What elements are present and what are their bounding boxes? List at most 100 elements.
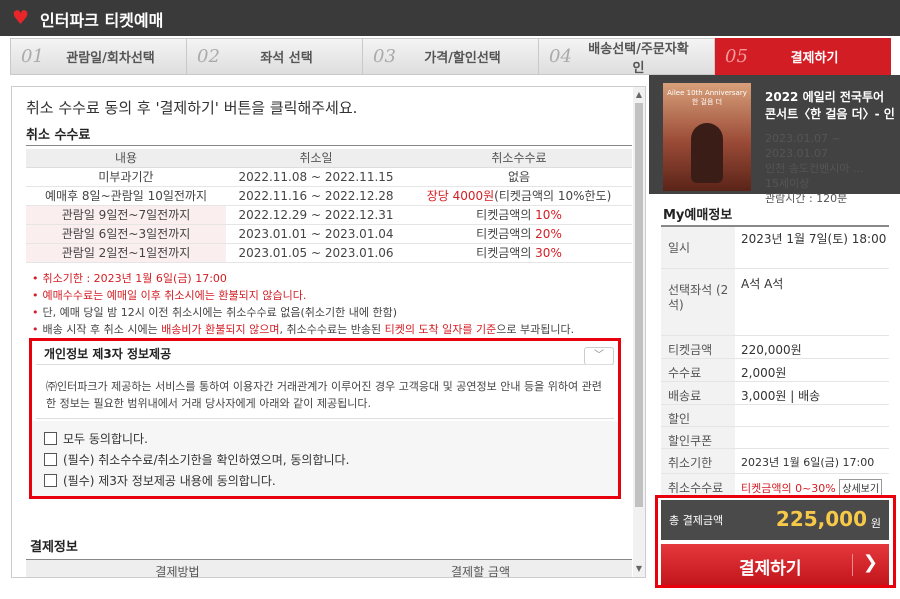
info-value: 2023년 1월 7일(토) 18:00 (741, 232, 887, 246)
checkbox[interactable] (44, 432, 57, 445)
cell-fee: 없음 (406, 167, 632, 187)
table-row: 예매후 8일~관람일 10일전까지 2022.11.16 ~ 2022.12.2… (26, 186, 632, 206)
note-text: 배송 시작 후 취소 시에는 (42, 323, 162, 336)
poster-text: Ailee 10th Anniversary 한 걸음 더 (667, 89, 747, 106)
cell-fee: 티켓금액의 10% (406, 205, 632, 225)
fee-text: (티켓금액의 10%한도) (494, 189, 612, 203)
table-row: 관람일 9일전~7일전까지 2022.12.29 ~ 2022.12.31 티켓… (26, 205, 632, 225)
step-3[interactable]: 03 가격/할인선택 (363, 38, 539, 75)
table-row: 관람일 2일전~1일전까지 2023.01.05 ~ 2023.01.06 티켓… (26, 243, 632, 263)
show-poster: Ailee 10th Anniversary 한 걸음 더 (663, 83, 751, 191)
table-row: 미부과기간 2022.11.08 ~ 2022.11.15 없음 (26, 167, 632, 187)
checkbox[interactable] (44, 474, 57, 487)
info-key: 일시 (661, 227, 735, 268)
info-key: 티켓금액 (661, 336, 735, 358)
cell-content: 관람일 2일전~1일전까지 (26, 243, 226, 263)
table-row: 관람일 6일전~3일전까지 2023.01.01 ~ 2023.01.04 티켓… (26, 224, 632, 244)
info-value: 220,000원 (741, 343, 802, 357)
note-deadline: 취소기한 : 2023년 1월 6일(금) 17:00 (32, 270, 632, 287)
cell-fee: 티켓금액의 30% (406, 243, 632, 263)
cancel-fee-range: 티켓금액의 0~30% (741, 482, 836, 495)
poster-figure (691, 123, 723, 183)
my-booking-title: My예매정보 (663, 208, 733, 223)
chevron-down-icon[interactable]: ﹀ (584, 347, 614, 365)
col-header: 취소수수료 (406, 149, 632, 168)
step-4[interactable]: 04 배송선택/주문자확인 (539, 38, 715, 76)
main-scroll-content: 취소 수수료 동의 후 '결제하기' 버튼을 클릭해주세요. 취소 수수료 내용… (12, 87, 632, 577)
fee-text: 티켓금액의 (476, 246, 536, 260)
fee-red: 10% (535, 208, 562, 222)
detail-button[interactable]: 상세보기 (839, 479, 883, 496)
fee-text: 티켓금액의 (476, 227, 536, 241)
info-key: 선택좌석 (2석) (661, 269, 735, 335)
step-nav: 01 관람일/회차선택 02 좌석 선택 03 가격/할인선택 04 배송선택/주문자확… (10, 38, 891, 76)
step-2[interactable]: 02 좌석 선택 (187, 38, 363, 75)
cell-content: 미부과기간 (26, 167, 226, 187)
step-1[interactable]: 01 관람일/회차선택 (10, 38, 187, 75)
step-num: 04 (549, 46, 572, 67)
step-label: 관람일/회차선택 (66, 51, 155, 66)
note-fee-refund: 예매수수료는 예매일 이후 취소시에는 환불되지 않습니다. (32, 287, 632, 304)
fee-text: 티켓금액의 (476, 208, 536, 222)
info-row-fee: 수수료 2,000원 (661, 359, 889, 382)
cell-date: 2022.12.29 ~ 2022.12.31 (226, 205, 406, 225)
info-row-seats: 선택좌석 (2석) A석 A석 (661, 269, 889, 336)
step-label: 좌석 선택 (260, 51, 313, 66)
step-5[interactable]: 05 결제하기 (715, 38, 891, 75)
privacy-consent-box: 개인정보 제3자 정보제공 ﹀ ㈜인터파크가 제공하는 서비스를 통하여 이용자… (29, 338, 621, 499)
checkbox-label[interactable]: 모두 동의합니다. (63, 430, 148, 447)
cell-date: 2022.11.08 ~ 2022.11.15 (226, 167, 406, 187)
info-value (735, 405, 889, 426)
info-key: 수수료 (661, 359, 735, 381)
highlight-box-payment (655, 495, 896, 588)
info-row-coupon: 할인쿠폰 (661, 427, 889, 449)
info-value (735, 427, 889, 448)
checkbox-label[interactable]: (필수) 제3자 정보제공 내용에 동의합니다. (63, 472, 276, 489)
show-age: 15세이상 (765, 177, 810, 190)
info-value: 2023년 1월 6일(금) 17:00 (741, 456, 875, 469)
scroll-down-icon[interactable]: ▼ (633, 563, 645, 575)
fee-red: 30% (535, 246, 562, 260)
info-value: 티켓금액의 0~30% 상세보기 (735, 474, 889, 497)
col-header: 결제할 금액 (450, 565, 510, 578)
col-header: 내용 (26, 149, 226, 168)
scroll-thumb[interactable] (635, 103, 643, 507)
heart-logo-icon: ♥ (12, 7, 30, 29)
app-title: 인터파크 티켓예매 (40, 11, 164, 30)
cell-content: 관람일 9일전~7일전까지 (26, 205, 226, 225)
info-key: 할인쿠폰 (661, 427, 735, 448)
scroll-up-icon[interactable]: ▲ (633, 89, 645, 101)
show-date-start: 2023.01.07 ~ (765, 132, 841, 145)
agree-all-checkbox[interactable]: 모두 동의합니다. (44, 428, 618, 449)
note-same-day: 단, 예매 당일 밤 12시 이전 취소시에는 취소수수료 없음(취소기한 내에… (32, 304, 632, 321)
scrollbar[interactable]: ▲ ▼ (633, 87, 645, 577)
show-runtime: 관람시간 : 120분 (765, 192, 848, 205)
checkbox[interactable] (44, 453, 57, 466)
cell-date: 2023.01.05 ~ 2023.01.06 (226, 243, 406, 263)
fee-red: 장당 4000원 (426, 189, 495, 203)
privacy-title: 개인정보 제3자 정보제공 (44, 347, 172, 361)
payment-info-title: 결제정보 (30, 540, 78, 555)
checkbox-label[interactable]: (필수) 취소수수료/취소기한을 확인하였으며, 동의합니다. (63, 451, 349, 468)
agree-third-party-checkbox[interactable]: (필수) 제3자 정보제공 내용에 동의합니다. (44, 470, 618, 491)
consent-checklist: 모두 동의합니다. (필수) 취소수수료/취소기한을 확인하였으며, 동의합니다… (32, 421, 618, 496)
show-title-text: 2022 에일리 전국투어 콘서트〈한 걸음 더〉- 인 (765, 90, 895, 121)
step-num: 03 (373, 46, 396, 67)
agree-cancel-fee-checkbox[interactable]: (필수) 취소수수료/취소기한을 확인하였으며, 동의합니다. (44, 449, 618, 470)
step-num: 05 (725, 46, 748, 67)
step-label: 결제하기 (790, 51, 839, 66)
note-text: , 취소수수료는 반송된 (279, 323, 385, 336)
cell-content: 관람일 6일전~3일전까지 (26, 224, 226, 244)
info-key: 취소수수료 (661, 474, 735, 497)
table-header-row: 내용 취소일 취소수수료 (26, 149, 632, 168)
step-num: 01 (21, 46, 44, 67)
top-bar: ♥ 인터파크 티켓예매 (0, 0, 900, 36)
info-value: 3,000원 | 배송 (741, 389, 821, 403)
show-title: 2022 에일리 전국투어 콘서트〈한 걸음 더〉- 인 (765, 89, 895, 123)
col-header: 취소일 (226, 149, 406, 168)
note-text: 으로 부과됩니다. (496, 323, 575, 336)
info-row-shipping: 배송료 3,000원 | 배송 (661, 382, 889, 405)
show-info: 2023.01.07 ~ 2023.01.07 인천 송도컨벤시아 ... 15… (765, 131, 895, 206)
cell-fee: 티켓금액의 20% (406, 224, 632, 244)
cell-fee: 장당 4000원(티켓금액의 10%한도) (406, 186, 632, 206)
